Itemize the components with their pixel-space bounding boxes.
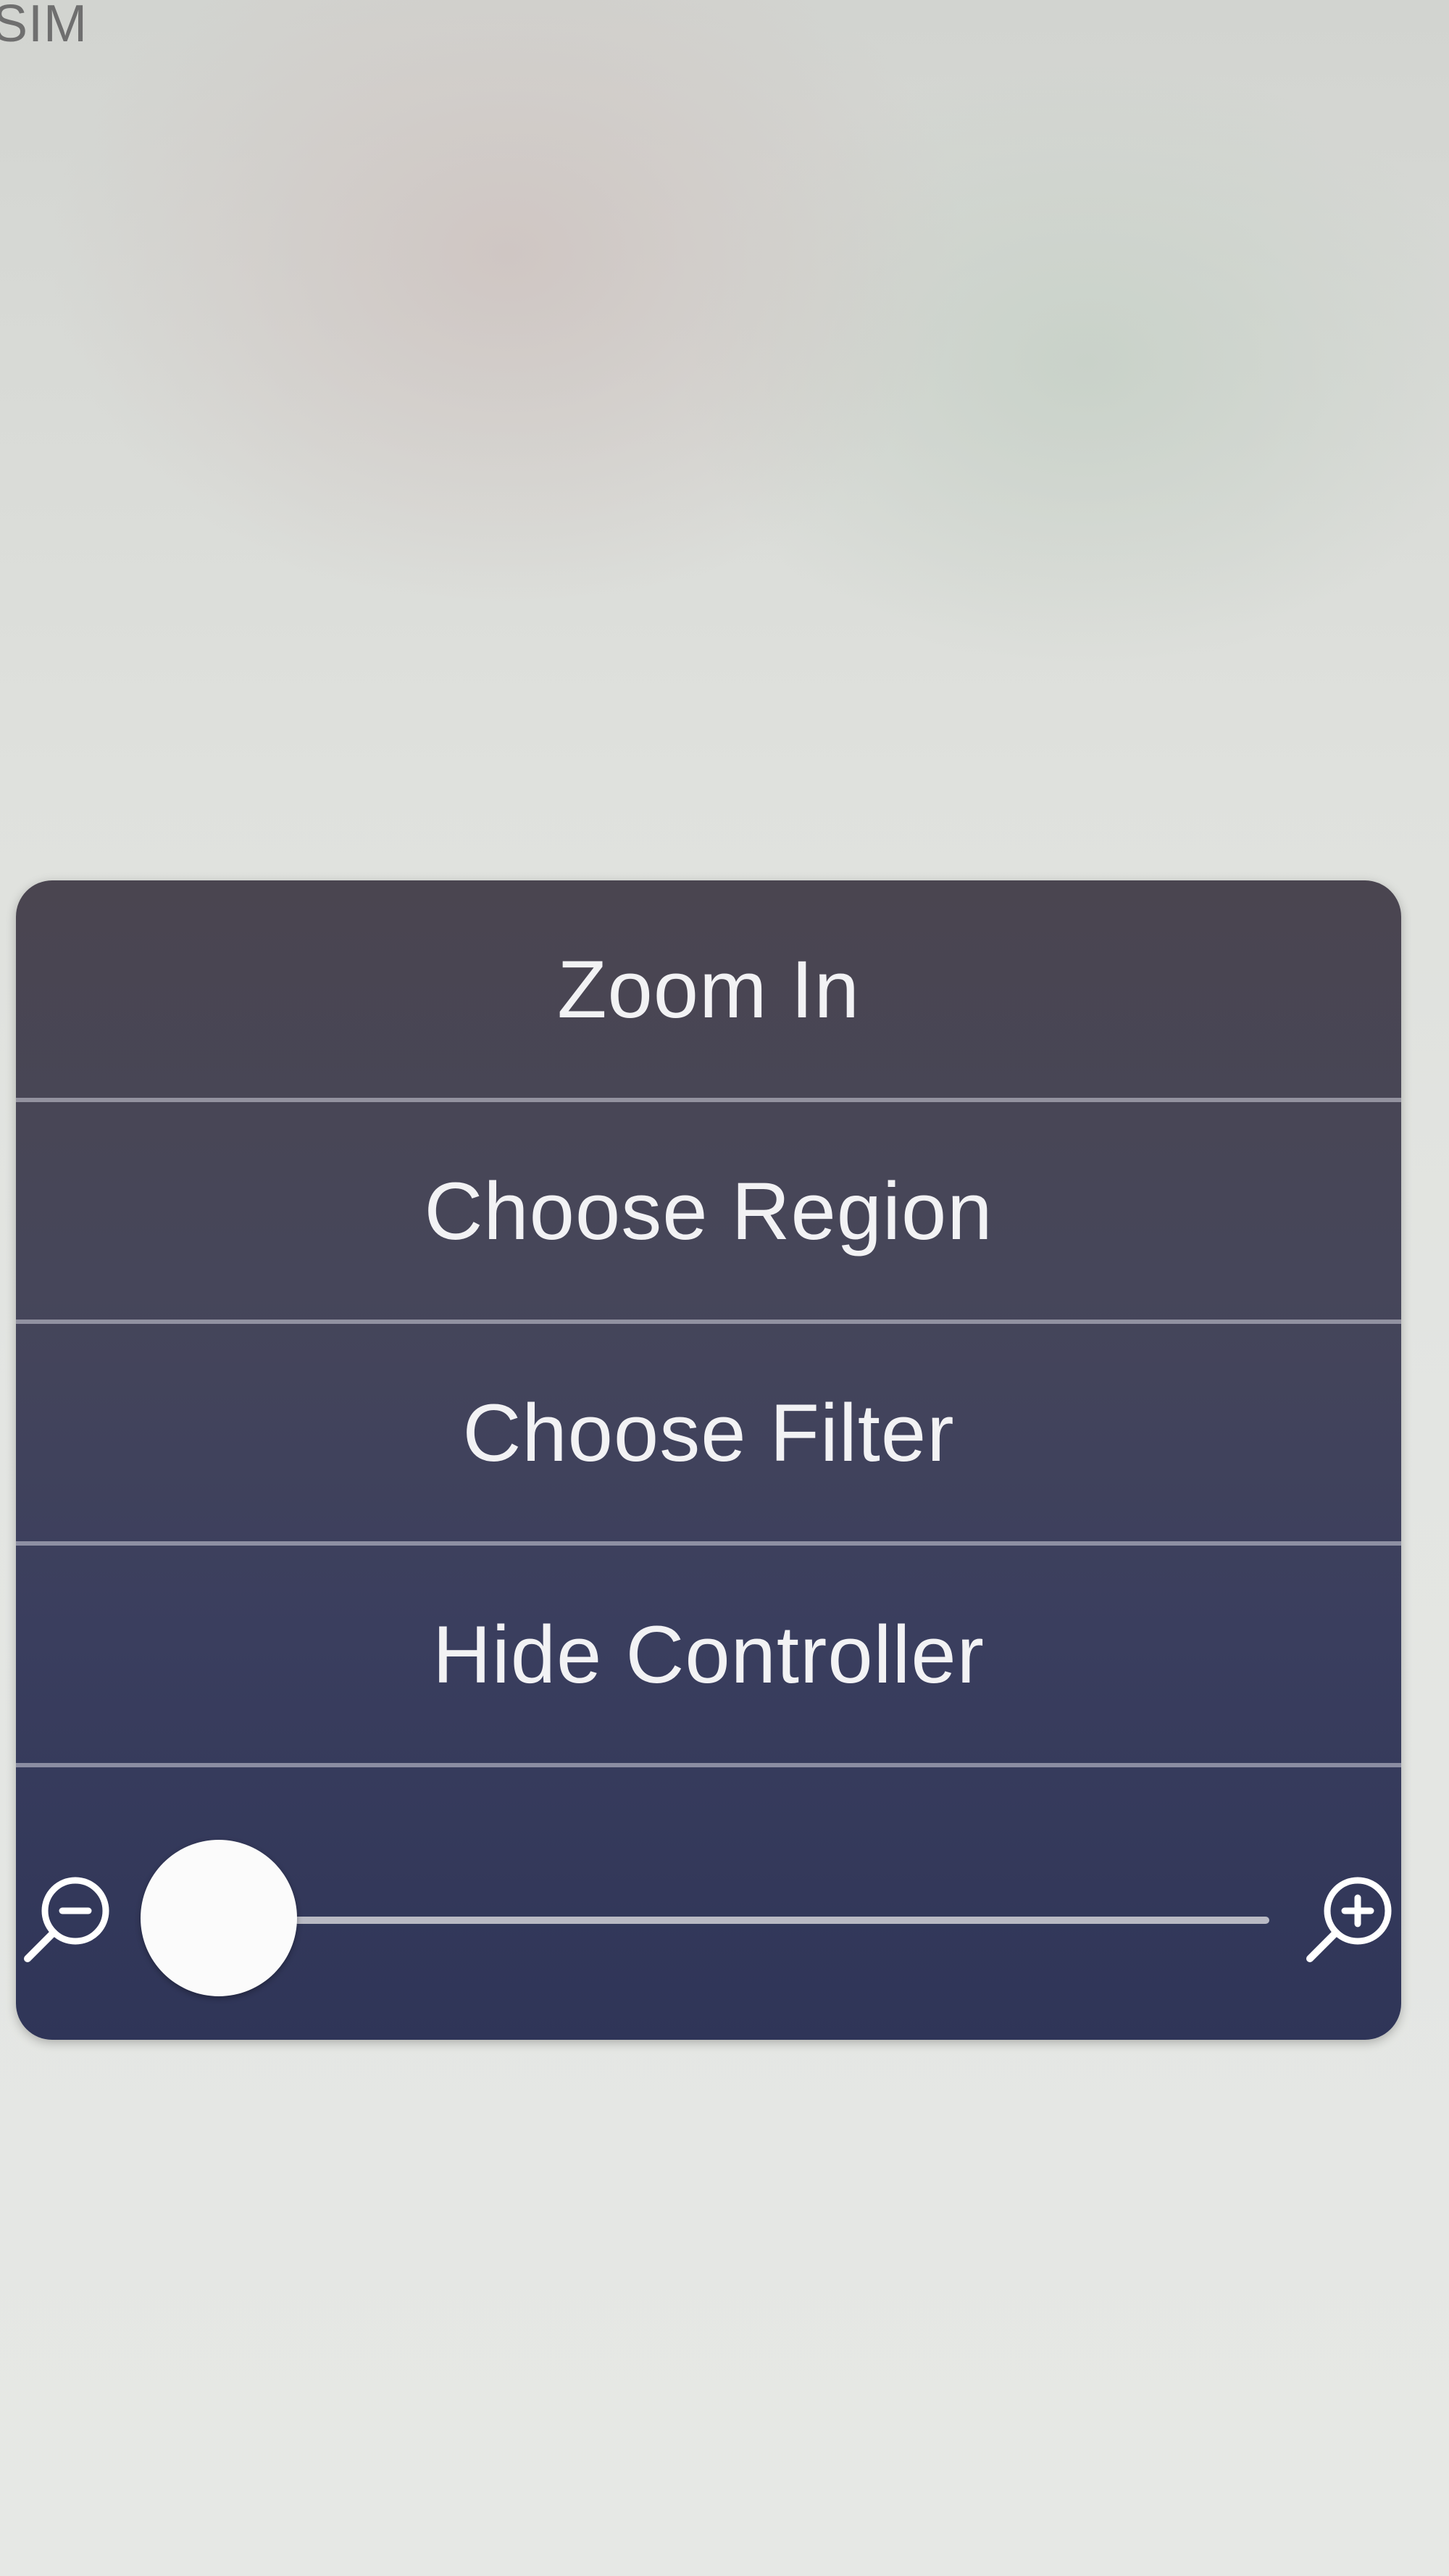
- zoom-level-slider[interactable]: [140, 1840, 1269, 1996]
- zoom-in-icon[interactable]: [1298, 1869, 1400, 1970]
- slider-thumb[interactable]: [140, 1840, 297, 1996]
- hide-controller-menu-item[interactable]: Hide Controller: [16, 1546, 1401, 1767]
- choose-filter-menu-item[interactable]: Choose Filter: [16, 1324, 1401, 1546]
- slider-track: [197, 1917, 1269, 1924]
- choose-region-menu-item[interactable]: Choose Region: [16, 1102, 1401, 1324]
- zoom-in-menu-item[interactable]: Zoom In: [16, 880, 1401, 1102]
- zoom-out-icon[interactable]: [16, 1869, 117, 1970]
- zoom-controller-menu: Zoom In Choose Region Choose Filter Hide…: [16, 880, 1401, 2040]
- carrier-label: SIM: [0, 0, 88, 53]
- zoom-slider-row: [16, 1767, 1401, 2040]
